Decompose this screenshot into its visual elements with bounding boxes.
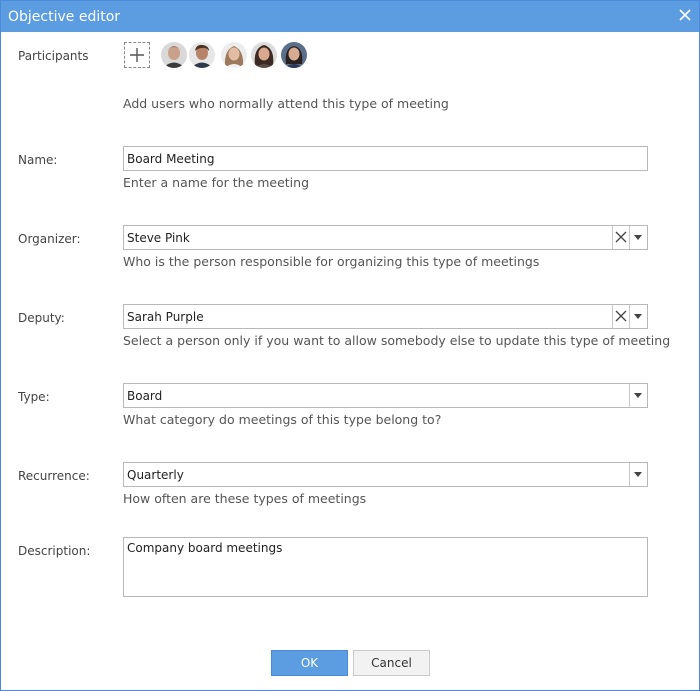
participant-avatar[interactable] [221,42,247,68]
chevron-down-icon [634,472,642,477]
chevron-down-icon [634,314,642,319]
organizer-label: Organizer: [18,232,81,246]
participants-label: Participants [18,49,89,63]
participant-avatar[interactable] [189,42,215,68]
chevron-down-icon [634,393,642,398]
clear-icon [615,231,627,243]
participant-avatar[interactable] [281,42,307,68]
description-label: Description: [18,544,91,558]
recurrence-input[interactable] [124,463,632,486]
participants-hint: Add users who normally attend this type … [123,96,449,111]
recurrence-combobox [123,462,648,487]
close-button[interactable] [677,7,693,23]
deputy-input[interactable] [124,305,613,328]
deputy-dropdown-button[interactable] [629,305,647,328]
organizer-input[interactable] [124,226,613,249]
deputy-combobox [123,304,648,329]
name-input[interactable] [124,147,646,170]
description-field: Company board meetings [123,537,648,597]
deputy-hint: Select a person only if you want to allo… [123,333,671,348]
participant-avatar[interactable] [251,42,277,68]
close-icon [679,9,691,21]
type-input[interactable] [124,384,632,407]
name-label: Name: [18,153,58,167]
organizer-dropdown-button[interactable] [629,226,647,249]
participant-avatar[interactable] [161,42,187,68]
description-textarea[interactable]: Company board meetings [124,538,646,597]
dialog-title: Objective editor [8,9,121,25]
recurrence-hint: How often are these types of meetings [123,491,367,506]
organizer-clear-button[interactable] [612,226,630,249]
type-dropdown-button[interactable] [629,384,647,407]
name-hint: Enter a name for the meeting [123,175,310,190]
clear-icon [615,310,627,322]
type-label: Type: [18,390,50,404]
name-field [123,146,648,171]
plus-icon [130,48,144,62]
objective-editor-dialog: Objective editor Participants Add users … [0,0,700,691]
type-hint: What category do meetings of this type b… [123,412,442,427]
deputy-clear-button[interactable] [612,305,630,328]
recurrence-dropdown-button[interactable] [629,463,647,486]
type-combobox [123,383,648,408]
cancel-button[interactable]: Cancel [353,650,430,676]
organizer-hint: Who is the person responsible for organi… [123,254,540,269]
deputy-label: Deputy: [18,311,65,325]
add-participant-button[interactable] [124,42,150,68]
chevron-down-icon [634,235,642,240]
dialog-titlebar: Objective editor [1,1,699,32]
recurrence-label: Recurrence: [18,469,90,483]
ok-button[interactable]: OK [271,650,348,676]
organizer-combobox [123,225,648,250]
